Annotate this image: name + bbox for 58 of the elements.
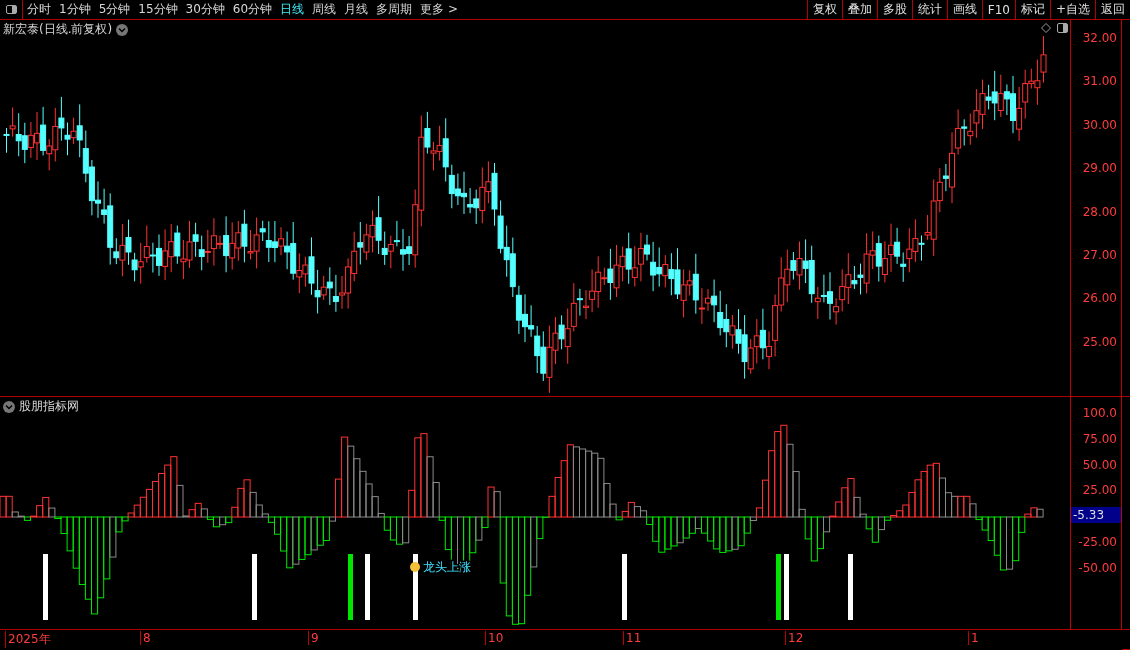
date-axis-label: 12	[785, 631, 804, 645]
period-tab[interactable]: 月线	[340, 0, 373, 19]
period-tab[interactable]: 60分钟	[228, 0, 277, 19]
toolbar-button[interactable]: +自选	[1049, 0, 1095, 19]
price-axis-label: 25.00	[1082, 334, 1117, 349]
indicator-axis-label: -50.00	[1078, 560, 1117, 575]
price-axis-label: 27.00	[1082, 248, 1117, 262]
price-axis-label: 28.00	[1082, 204, 1117, 219]
date-axis-label: 10	[485, 631, 504, 645]
toolbar-button[interactable]: 画线	[946, 0, 982, 19]
date-axis-label: 11	[623, 631, 642, 645]
indicator-axis-label: -25.00	[1078, 535, 1117, 549]
indicator-title: 股朋指标网	[19, 398, 79, 415]
toolbar-button[interactable]: 复权	[806, 0, 842, 19]
price-axis-label: 26.00	[1082, 291, 1117, 306]
signal-bar	[365, 554, 370, 620]
indicator-axis-label: 100.0	[1082, 406, 1117, 420]
toolbar-button[interactable]: 多股	[876, 0, 912, 19]
period-tab[interactable]: 周线	[308, 0, 341, 19]
price-axis-label: 32.00	[1082, 31, 1117, 45]
toolbar-button[interactable]: F10	[981, 0, 1015, 19]
price-axis-label: 29.00	[1082, 161, 1117, 176]
coin-icon	[410, 562, 420, 572]
panel-toggle-icon[interactable]	[5, 5, 17, 14]
period-tab[interactable]: 日线	[276, 0, 309, 19]
toolbar-button[interactable]: 统计	[911, 0, 947, 19]
signal-bar	[776, 554, 781, 620]
indicator-axis-label: 50.00	[1082, 457, 1117, 472]
chart-title: 新宏泰(日线.前复权)	[3, 21, 113, 38]
period-tab[interactable]: 15分钟	[134, 0, 182, 19]
period-tab[interactable]: 更多 >	[416, 0, 462, 19]
price-axis-label: 31.00	[1082, 74, 1117, 89]
period-tab[interactable]: 30分钟	[181, 0, 229, 19]
dropdown-icon[interactable]	[116, 23, 129, 36]
signal-bar	[348, 554, 353, 620]
indicator-axis-label: 75.00	[1082, 431, 1117, 446]
price-axis-label: 30.00	[1082, 117, 1117, 132]
panel-toggle-icon[interactable]	[1057, 23, 1068, 33]
dropdown-icon[interactable]	[3, 400, 15, 413]
toolbar-button[interactable]: 标记	[1014, 0, 1050, 19]
indicator-axis-label: 25.00	[1082, 483, 1117, 498]
signal-bar	[252, 554, 257, 620]
date-axis-label: 1	[968, 631, 979, 645]
date-axis-label: 2025年	[5, 631, 51, 648]
period-tab[interactable]: 分时	[23, 0, 55, 19]
toolbar-button[interactable]: 叠加	[841, 0, 877, 19]
date-axis-label: 9	[308, 631, 319, 645]
diamond-icon[interactable]	[1041, 23, 1051, 33]
signal-bar	[784, 554, 789, 620]
signal-bar	[622, 554, 627, 620]
date-axis-label: 8	[140, 631, 151, 645]
period-tab[interactable]: 5分钟	[94, 0, 135, 19]
signal-bar	[43, 554, 48, 620]
toolbar-button[interactable]: 返回	[1095, 0, 1130, 19]
current-value-label: -5.33	[1071, 507, 1121, 523]
period-tab[interactable]: 多周期	[372, 0, 417, 19]
period-tab[interactable]: 1分钟	[55, 0, 95, 19]
signal-bar	[848, 554, 853, 620]
